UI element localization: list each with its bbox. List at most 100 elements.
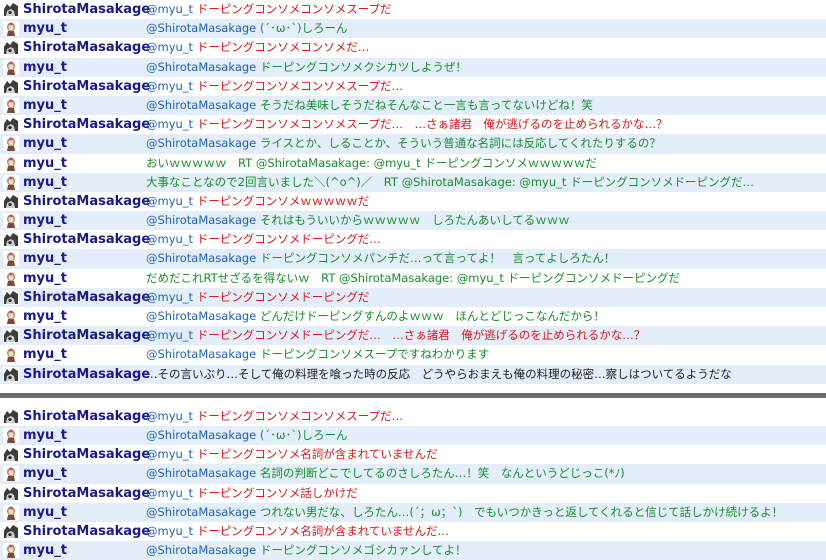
tweet-row: myu_t @ShirotaMasakage ドーピングコンソメパンチだ…って言っ… [0,249,826,269]
shirota-avatar-icon[interactable] [3,79,19,94]
myu-avatar-icon[interactable] [3,505,19,520]
username-link[interactable]: ShirotaMasakage [23,230,150,249]
username-link[interactable]: ShirotaMasakage [23,0,150,19]
tweet-body: ドーピングコンソメ話しかけだ [193,485,358,500]
username-link[interactable]: myu_t [23,269,67,288]
tweet-body: (´･ω･`)しろーん [256,21,348,36]
myu-avatar-icon[interactable] [3,213,19,228]
mention-link[interactable]: @ShirotaMasakage [146,21,256,35]
mention-link[interactable]: @myu_t [146,447,193,461]
shirota-avatar-icon[interactable] [3,232,19,247]
tweet-row: ShirotaMasakage @myu_t ドーピングコンソメドーピングだ [0,287,826,307]
username-link[interactable]: ShirotaMasakage [23,38,150,57]
tweet-text: @myu_t ドーピングコンソメｗｗｗｗｗだ [146,192,369,211]
tweet-text: @myu_t ドーピングコンソメ名詞が含まれていませんだ… [146,522,449,541]
shirota-avatar-icon[interactable] [3,40,19,55]
mention-link[interactable]: @ShirotaMasakage [146,98,256,112]
mention-link[interactable]: @myu_t [146,40,193,54]
tweet-text: @ShirotaMasakage (´･ω･`)しろーん [146,19,348,38]
username-link[interactable]: myu_t [23,541,67,560]
mention-link[interactable]: @ShirotaMasakage [146,251,256,265]
myu-avatar-icon[interactable] [3,251,19,266]
mention-link[interactable]: @myu_t [146,524,193,538]
username-link[interactable]: myu_t [23,503,67,522]
username-link[interactable]: myu_t [23,19,67,38]
username-link[interactable]: myu_t [23,173,67,192]
tweet-body: ドーピングコンソメコンソメスープだ… [193,78,404,93]
tweet-row: ShirotaMasakage @myu_t ドーピングコンソメ名詞が含まれていま… [0,522,826,541]
tweet-text: おいｗｗｗｗｗ RT @ShirotaMasakage: @myu_t ドーピン… [146,154,597,173]
myu-avatar-icon[interactable] [3,347,19,362]
mention-link[interactable]: @ShirotaMasakage [146,213,256,227]
username-link[interactable]: ShirotaMasakage [23,407,150,426]
myu-avatar-icon[interactable] [3,271,19,286]
username-link[interactable]: myu_t [23,134,67,153]
tweet-row: ShirotaMasakage @myu_t ドーピングコンソメ話しかけだ [0,484,826,503]
username-link[interactable]: myu_t [23,211,67,230]
shirota-avatar-icon[interactable] [3,194,19,209]
myu-avatar-icon[interactable] [3,98,19,113]
mention-link[interactable]: @ShirotaMasakage [146,543,256,557]
shirota-avatar-icon[interactable] [3,290,19,305]
myu-avatar-icon[interactable] [3,156,19,171]
shirota-avatar-icon[interactable] [3,328,19,343]
myu-avatar-icon[interactable] [3,21,19,36]
myu-avatar-icon[interactable] [3,136,19,151]
mention-link[interactable]: @ShirotaMasakage [146,136,256,150]
username-link[interactable]: ShirotaMasakage [23,192,150,211]
username-link[interactable]: myu_t [23,426,67,445]
username-link[interactable]: ShirotaMasakage [23,522,150,541]
username-link[interactable]: ShirotaMasakage [23,77,150,96]
myu-avatar-icon[interactable] [3,466,19,481]
myu-avatar-icon[interactable] [3,175,19,190]
username-link[interactable]: ShirotaMasakage [23,326,150,345]
shirota-avatar-icon[interactable] [3,447,19,462]
shirota-avatar-icon[interactable] [3,367,19,382]
username-link[interactable]: myu_t [23,58,67,77]
shirota-avatar-icon[interactable] [3,524,19,539]
username-link[interactable]: ShirotaMasakage [23,288,150,307]
username-link[interactable]: ShirotaMasakage [23,445,150,464]
username-link[interactable]: myu_t [23,464,67,483]
username-link[interactable]: myu_t [23,154,67,173]
tweet-body: おいｗｗｗｗｗ RT @ShirotaMasakage: @myu_t ドーピン… [146,155,597,170]
username-link[interactable]: myu_t [23,249,67,268]
mention-link[interactable]: @ShirotaMasakage [146,505,256,519]
mention-link[interactable]: @myu_t [146,486,193,500]
myu-avatar-icon[interactable] [3,543,19,558]
tweet-body: ドーピングコンソメコンソメスープだ… [193,408,404,423]
tweet-text: @ShirotaMasakage そうだね美味しそうだねそんなこと一言も言ってな… [146,96,593,115]
shirota-avatar-icon[interactable] [3,117,19,132]
mention-link[interactable]: @ShirotaMasakage [146,466,256,480]
username-link[interactable]: myu_t [23,345,67,364]
tweet-body: …その言いぶり…そして俺の料理を喰った時の反応 どうやらおまえも俺の料理の秘密…… [146,366,732,381]
username-link[interactable]: ShirotaMasakage [23,115,150,134]
mention-link[interactable]: @myu_t [146,290,193,304]
myu-avatar-icon[interactable] [3,60,19,75]
mention-link[interactable]: @myu_t [146,328,193,342]
username-link[interactable]: ShirotaMasakage [23,484,150,503]
shirota-avatar-icon[interactable] [3,2,19,17]
mention-link[interactable]: @ShirotaMasakage [146,347,256,361]
tweet-body: ドーピングコンソメ名詞が含まれていませんだ… [193,523,450,538]
mention-link[interactable]: @myu_t [146,79,193,93]
tweet-text: @myu_t ドーピングコンソメコンソメスープだ… [146,407,403,426]
shirota-avatar-icon[interactable] [3,409,19,424]
tweet-body: ドーピングコンソメゴシカァンしてよ！ [256,543,467,558]
shirota-avatar-icon[interactable] [3,486,19,501]
username-link[interactable]: myu_t [23,307,67,326]
mention-link[interactable]: @myu_t [146,409,193,423]
mention-link[interactable]: @myu_t [146,232,193,246]
mention-link[interactable]: @ShirotaMasakage [146,60,256,74]
mention-link[interactable]: @myu_t [146,2,193,16]
mention-link[interactable]: @ShirotaMasakage [146,428,256,442]
tweet-text: @ShirotaMasakage ライスとか、しることか、そういう普通な名詞には… [146,134,661,153]
username-link[interactable]: ShirotaMasakage [23,365,150,384]
myu-avatar-icon[interactable] [3,428,19,443]
myu-avatar-icon[interactable] [3,309,19,324]
mention-link[interactable]: @myu_t [146,117,193,131]
username-link[interactable]: myu_t [23,96,67,115]
mention-link[interactable]: @myu_t [146,194,193,208]
tweet-text: @myu_t ドーピングコンソメドーピングだ [146,288,369,307]
mention-link[interactable]: @ShirotaMasakage [146,309,256,323]
